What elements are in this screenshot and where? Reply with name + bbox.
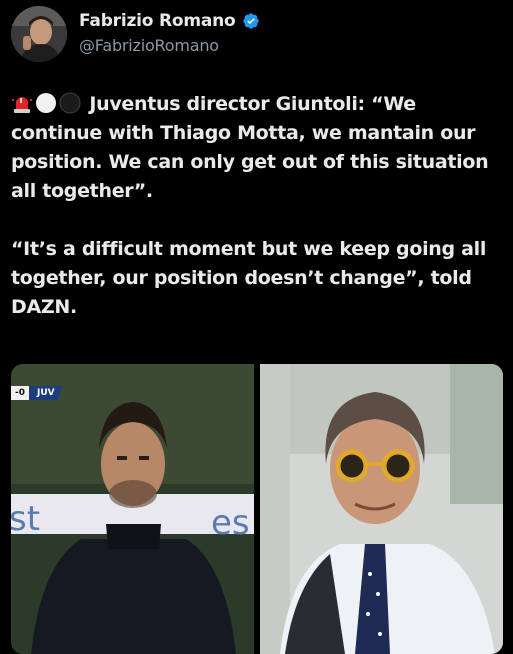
photo-left-image: st es [11,364,254,654]
avatar-image [11,6,67,62]
tweet-paragraph-1: Juventus director Giuntoli: “We continue… [11,90,503,206]
avatar[interactable] [11,6,67,62]
scorebug-team: JUV [29,386,63,400]
display-name[interactable]: Fabrizio Romano [79,11,236,31]
tweet-paragraph-1-text: Juventus director Giuntoli: “We continue… [11,93,495,202]
photo-thiago-motta[interactable]: st es -0 JUV [11,364,254,654]
scorebug: -0 JUV [11,386,63,400]
handle[interactable]: @FabrizioRomano [79,36,219,55]
black-circle-emoji-icon [59,92,81,114]
photo-giuntoli[interactable] [260,364,503,654]
photo-right-image [260,364,503,654]
verified-badge-icon [242,13,259,29]
name-row: Fabrizio Romano [79,10,260,32]
media-grid: st es -0 JUV [11,364,503,654]
red-siren-emoji-icon [12,97,32,113]
banner-text-right: es [211,503,250,543]
tweet-header: Fabrizio Romano @FabrizioRomano [11,6,491,64]
tweet-body: Juventus director Giuntoli: “We continue… [11,90,503,322]
tweet-paragraph-2: “It’s a difficult moment but we keep goi… [11,238,493,318]
banner-text-left: st [11,499,40,539]
scorebug-score: -0 [11,386,29,400]
white-circle-emoji-icon [36,93,56,113]
